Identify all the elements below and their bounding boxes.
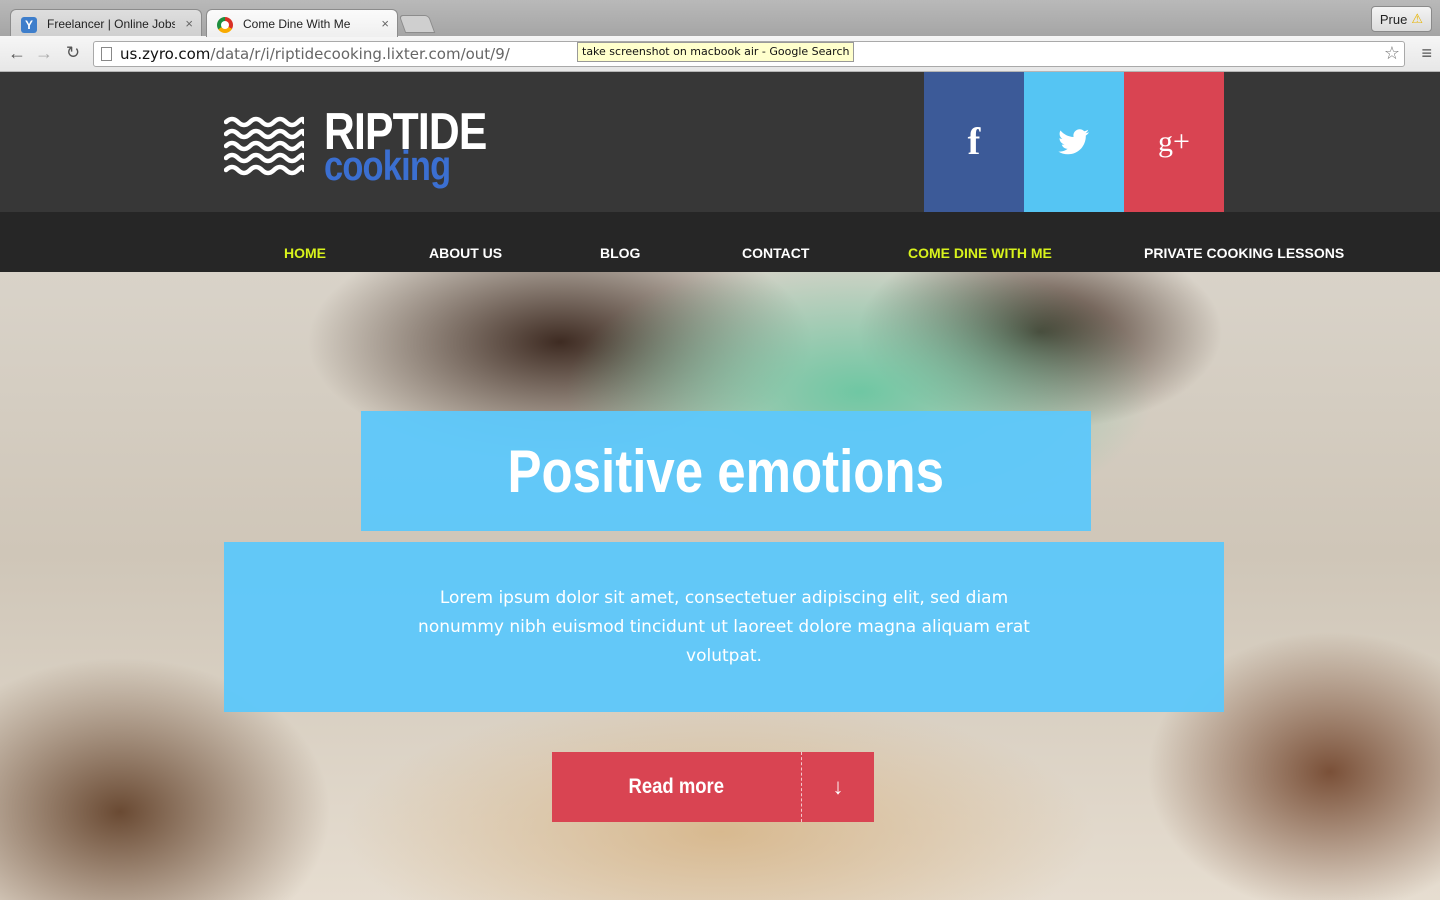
read-more-label: Read more	[628, 775, 725, 798]
forward-arrow-icon[interactable]: →	[33, 42, 55, 64]
googleplus-icon: g+	[1158, 125, 1190, 158]
freelancer-favicon-icon: Y	[21, 17, 37, 33]
hero-text: Lorem ipsum dolor sit amet, consectetuer…	[418, 587, 1030, 666]
tab-freelancer[interactable]: Y Freelancer | Online Jobs | F ×	[10, 9, 202, 37]
back-arrow-icon[interactable]: ←	[6, 42, 28, 64]
nav-item-contact[interactable]: CONTACT	[742, 245, 809, 261]
menu-icon[interactable]: ≡	[1421, 44, 1432, 62]
hero-title-box: Positive emotions	[361, 411, 1091, 531]
twitter-button[interactable]	[1024, 72, 1124, 212]
tab-title: Freelancer | Online Jobs | F	[47, 16, 175, 31]
waves-logo-icon	[224, 116, 304, 176]
page-icon	[101, 47, 112, 61]
profile-button[interactable]: Prue ⚠	[1370, 6, 1432, 32]
tab-come-dine-with-me[interactable]: Come Dine With Me ×	[206, 9, 398, 37]
chrome-favicon-icon	[217, 17, 233, 33]
bookmark-star-icon[interactable]: ☆	[1384, 43, 1400, 64]
tooltip: take screenshot on macbook air - Google …	[577, 42, 855, 62]
site-header: RIPTIDE cooking f g+	[0, 72, 1440, 212]
nav-item-blog[interactable]: BLOG	[600, 245, 640, 261]
hero-section: Positive emotions Lorem ipsum dolor sit …	[0, 272, 1440, 900]
browser-tabstrip: Y Freelancer | Online Jobs | F × Come Di…	[0, 0, 1440, 37]
logo-word-cooking: cooking	[324, 142, 451, 189]
url-path: /data/r/i/riptidecooking.lixter.com/out/…	[210, 45, 510, 63]
googleplus-button[interactable]: g+	[1124, 72, 1224, 212]
hero-text-box: Lorem ipsum dolor sit amet, consectetuer…	[224, 542, 1224, 712]
profile-name: Prue	[1379, 11, 1408, 27]
facebook-icon: f	[967, 121, 981, 163]
nav-item-about-us[interactable]: ABOUT US	[429, 245, 502, 261]
site-logo[interactable]: RIPTIDE cooking	[224, 103, 514, 196]
nav-item-come-dine-with-me[interactable]: COME DINE WITH ME	[908, 245, 1052, 261]
close-icon[interactable]: ×	[381, 16, 389, 31]
arrow-down-icon[interactable]: ↓	[802, 752, 874, 822]
read-more-button[interactable]: Read more ↓	[552, 752, 874, 822]
read-more-label-wrap: Read more	[552, 752, 802, 822]
new-tab-button[interactable]	[398, 15, 436, 33]
facebook-button[interactable]: f	[924, 72, 1024, 212]
tab-title: Come Dine With Me	[243, 16, 351, 31]
reload-icon[interactable]: ↻	[62, 42, 84, 64]
warning-icon: ⚠	[1411, 11, 1423, 26]
twitter-bird-icon	[1058, 129, 1089, 155]
main-nav: HOME ABOUT US BLOG CONTACT COME DINE WIT…	[0, 212, 1440, 272]
nav-item-private-cooking-lessons[interactable]: PRIVATE COOKING LESSONS	[1144, 245, 1344, 261]
url-domain: us.zyro.com	[120, 45, 211, 63]
nav-item-home[interactable]: HOME	[284, 245, 326, 261]
close-icon[interactable]: ×	[185, 16, 193, 31]
hero-title: Positive emotions	[507, 437, 945, 505]
